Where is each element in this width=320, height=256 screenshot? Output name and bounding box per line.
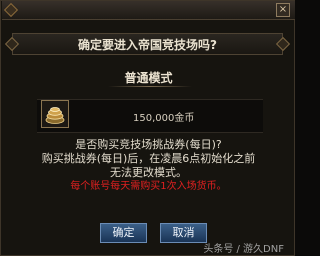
info-line-2: 购买挑战券(每日)后，在凌晨6点初始化之前 <box>41 152 256 165</box>
info-line-1: 是否购买竞技场挑战券(每日)? <box>75 138 222 151</box>
gold-coins-icon <box>41 100 69 128</box>
close-button[interactable]: × <box>276 3 290 17</box>
confirm-button[interactable]: 确定 <box>100 223 147 243</box>
watermark: 头条号 / 游久DNF <box>203 244 284 255</box>
info-line-3: 无法更改模式。 <box>110 166 187 179</box>
title-bar[interactable]: × <box>2 1 295 20</box>
title-ornament-icon <box>3 2 19 18</box>
gold-amount: 150,000金币 <box>133 113 195 124</box>
dialog-question: 确定要进入帝国竞技场吗? <box>78 38 217 52</box>
mode-title: 普通模式 <box>124 71 173 85</box>
enter-arena-dialog: × 确定要进入帝国竞技场吗? 普通模式 150,000金币 是否购买竞技场挑战券… <box>0 0 295 256</box>
question-banner: 确定要进入帝国竞技场吗? <box>4 33 291 55</box>
mode-divider <box>108 86 192 87</box>
warning-text: 每个账号每天需购买1次入场货币。 <box>70 181 227 192</box>
cancel-button[interactable]: 取消 <box>160 223 207 243</box>
